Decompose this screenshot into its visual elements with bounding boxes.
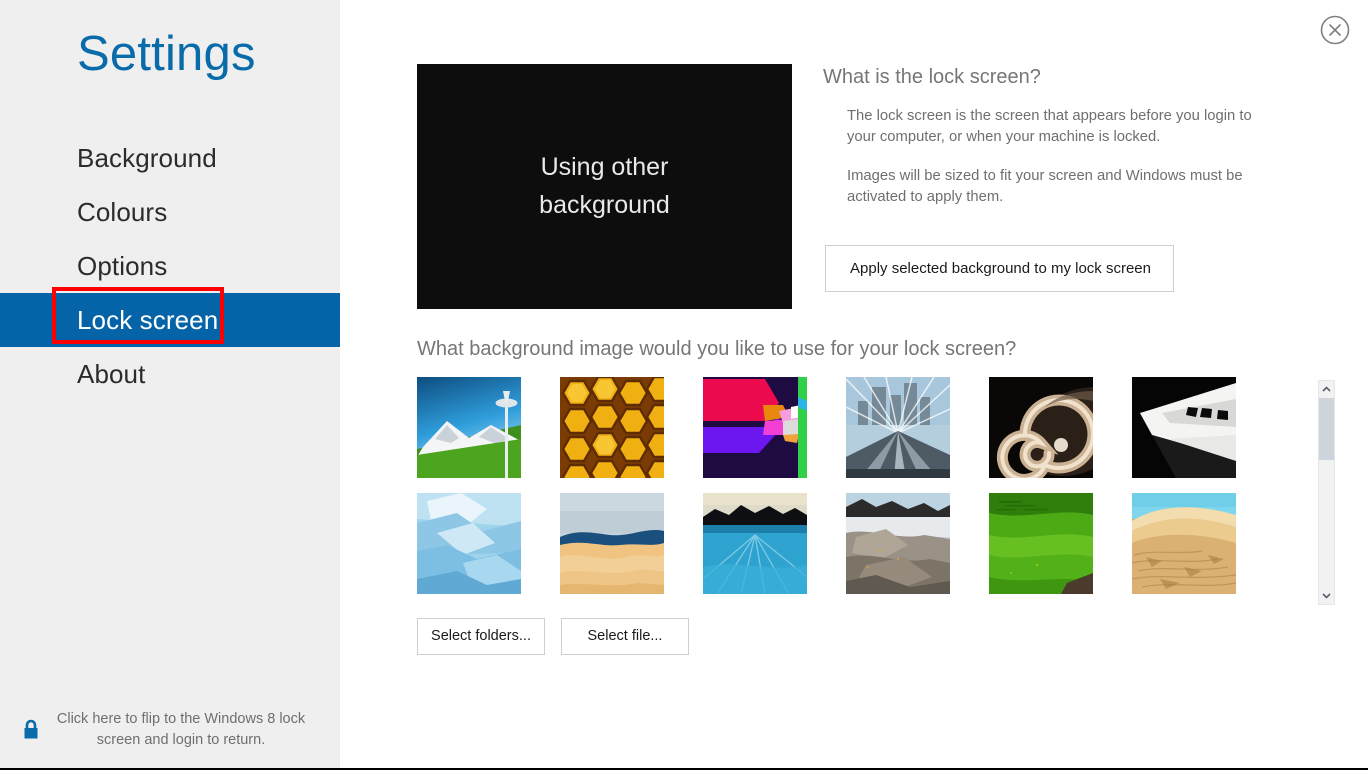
sidebar-item-lock-screen[interactable]: Lock screen	[0, 293, 340, 347]
info-paragraph-2: Images will be sized to fit your screen …	[847, 167, 1243, 206]
thumbnail-railway-tunnel[interactable]	[846, 377, 950, 478]
info-section: What is the lock screen? The lock screen…	[823, 64, 1293, 292]
info-heading: What is the lock screen?	[823, 66, 1041, 88]
sidebar-item-label: Lock screen	[77, 304, 219, 335]
sidebar-item-background[interactable]: Background	[0, 131, 340, 185]
thumbnail-ice-glacier[interactable]	[417, 493, 521, 594]
settings-window: Settings Background Colours Options Lock…	[0, 0, 1368, 768]
thumbnail-rocky-coast[interactable]	[846, 493, 950, 594]
sidebar-footer[interactable]: Click here to flip to the Windows 8 lock…	[0, 709, 340, 753]
sidebar-item-options[interactable]: Options	[0, 239, 340, 293]
gallery-heading: What background image would you like to …	[417, 338, 1017, 360]
thumbnail-grid	[417, 377, 1287, 609]
thumbnail-desert-dunes[interactable]	[1132, 493, 1236, 594]
thumbnail-scrollbar[interactable]	[1318, 380, 1335, 605]
thumbnail-sand-dune-horizon[interactable]	[560, 493, 664, 594]
sidebar-item-label: About	[77, 358, 146, 389]
main-panel: Using other background What is the lock …	[340, 0, 1368, 768]
sidebar-item-colours[interactable]: Colours	[0, 185, 340, 239]
scrollbar-thumb[interactable]	[1319, 398, 1334, 460]
file-select-buttons: Select folders... Select file...	[417, 618, 689, 656]
lock-screen-preview: Using other background	[417, 64, 792, 309]
info-paragraph-1: The lock screen is the screen that appea…	[847, 108, 1252, 146]
sidebar-item-label: Colours	[77, 196, 168, 227]
sidebar-nav: Background Colours Options Lock screen A…	[0, 131, 340, 401]
close-icon[interactable]	[1319, 14, 1351, 46]
thumbnail-piano-keys[interactable]	[1132, 377, 1236, 478]
thumbnail-mountain-city-skyline[interactable]	[417, 377, 521, 478]
thumbnail-ocean-shoreline[interactable]	[703, 493, 807, 594]
select-folders-button[interactable]: Select folders...	[417, 618, 545, 656]
thumbnail-honeycomb[interactable]	[560, 377, 664, 478]
thumbnail-green-hills[interactable]	[989, 493, 1093, 594]
page-title: Settings	[77, 27, 256, 81]
chevron-up-icon[interactable]	[1319, 381, 1334, 398]
preview-label: Using other background	[539, 153, 670, 219]
thumbnail-abstract-geometric[interactable]	[703, 377, 807, 478]
chevron-down-icon[interactable]	[1319, 587, 1334, 604]
sidebar-item-about[interactable]: About	[0, 347, 340, 401]
thumbnail-nautilus-shell[interactable]	[989, 377, 1093, 478]
sidebar-item-label: Background	[77, 142, 217, 173]
thumbnail-area	[417, 377, 1335, 605]
apply-background-button[interactable]: Apply selected background to my lock scr…	[825, 244, 1174, 292]
lock-icon	[16, 718, 46, 742]
sidebar-footer-text: Click here to flip to the Windows 8 lock…	[56, 710, 306, 749]
select-file-button[interactable]: Select file...	[561, 618, 689, 656]
sidebar: Settings Background Colours Options Lock…	[0, 0, 340, 768]
sidebar-item-label: Options	[77, 250, 168, 281]
